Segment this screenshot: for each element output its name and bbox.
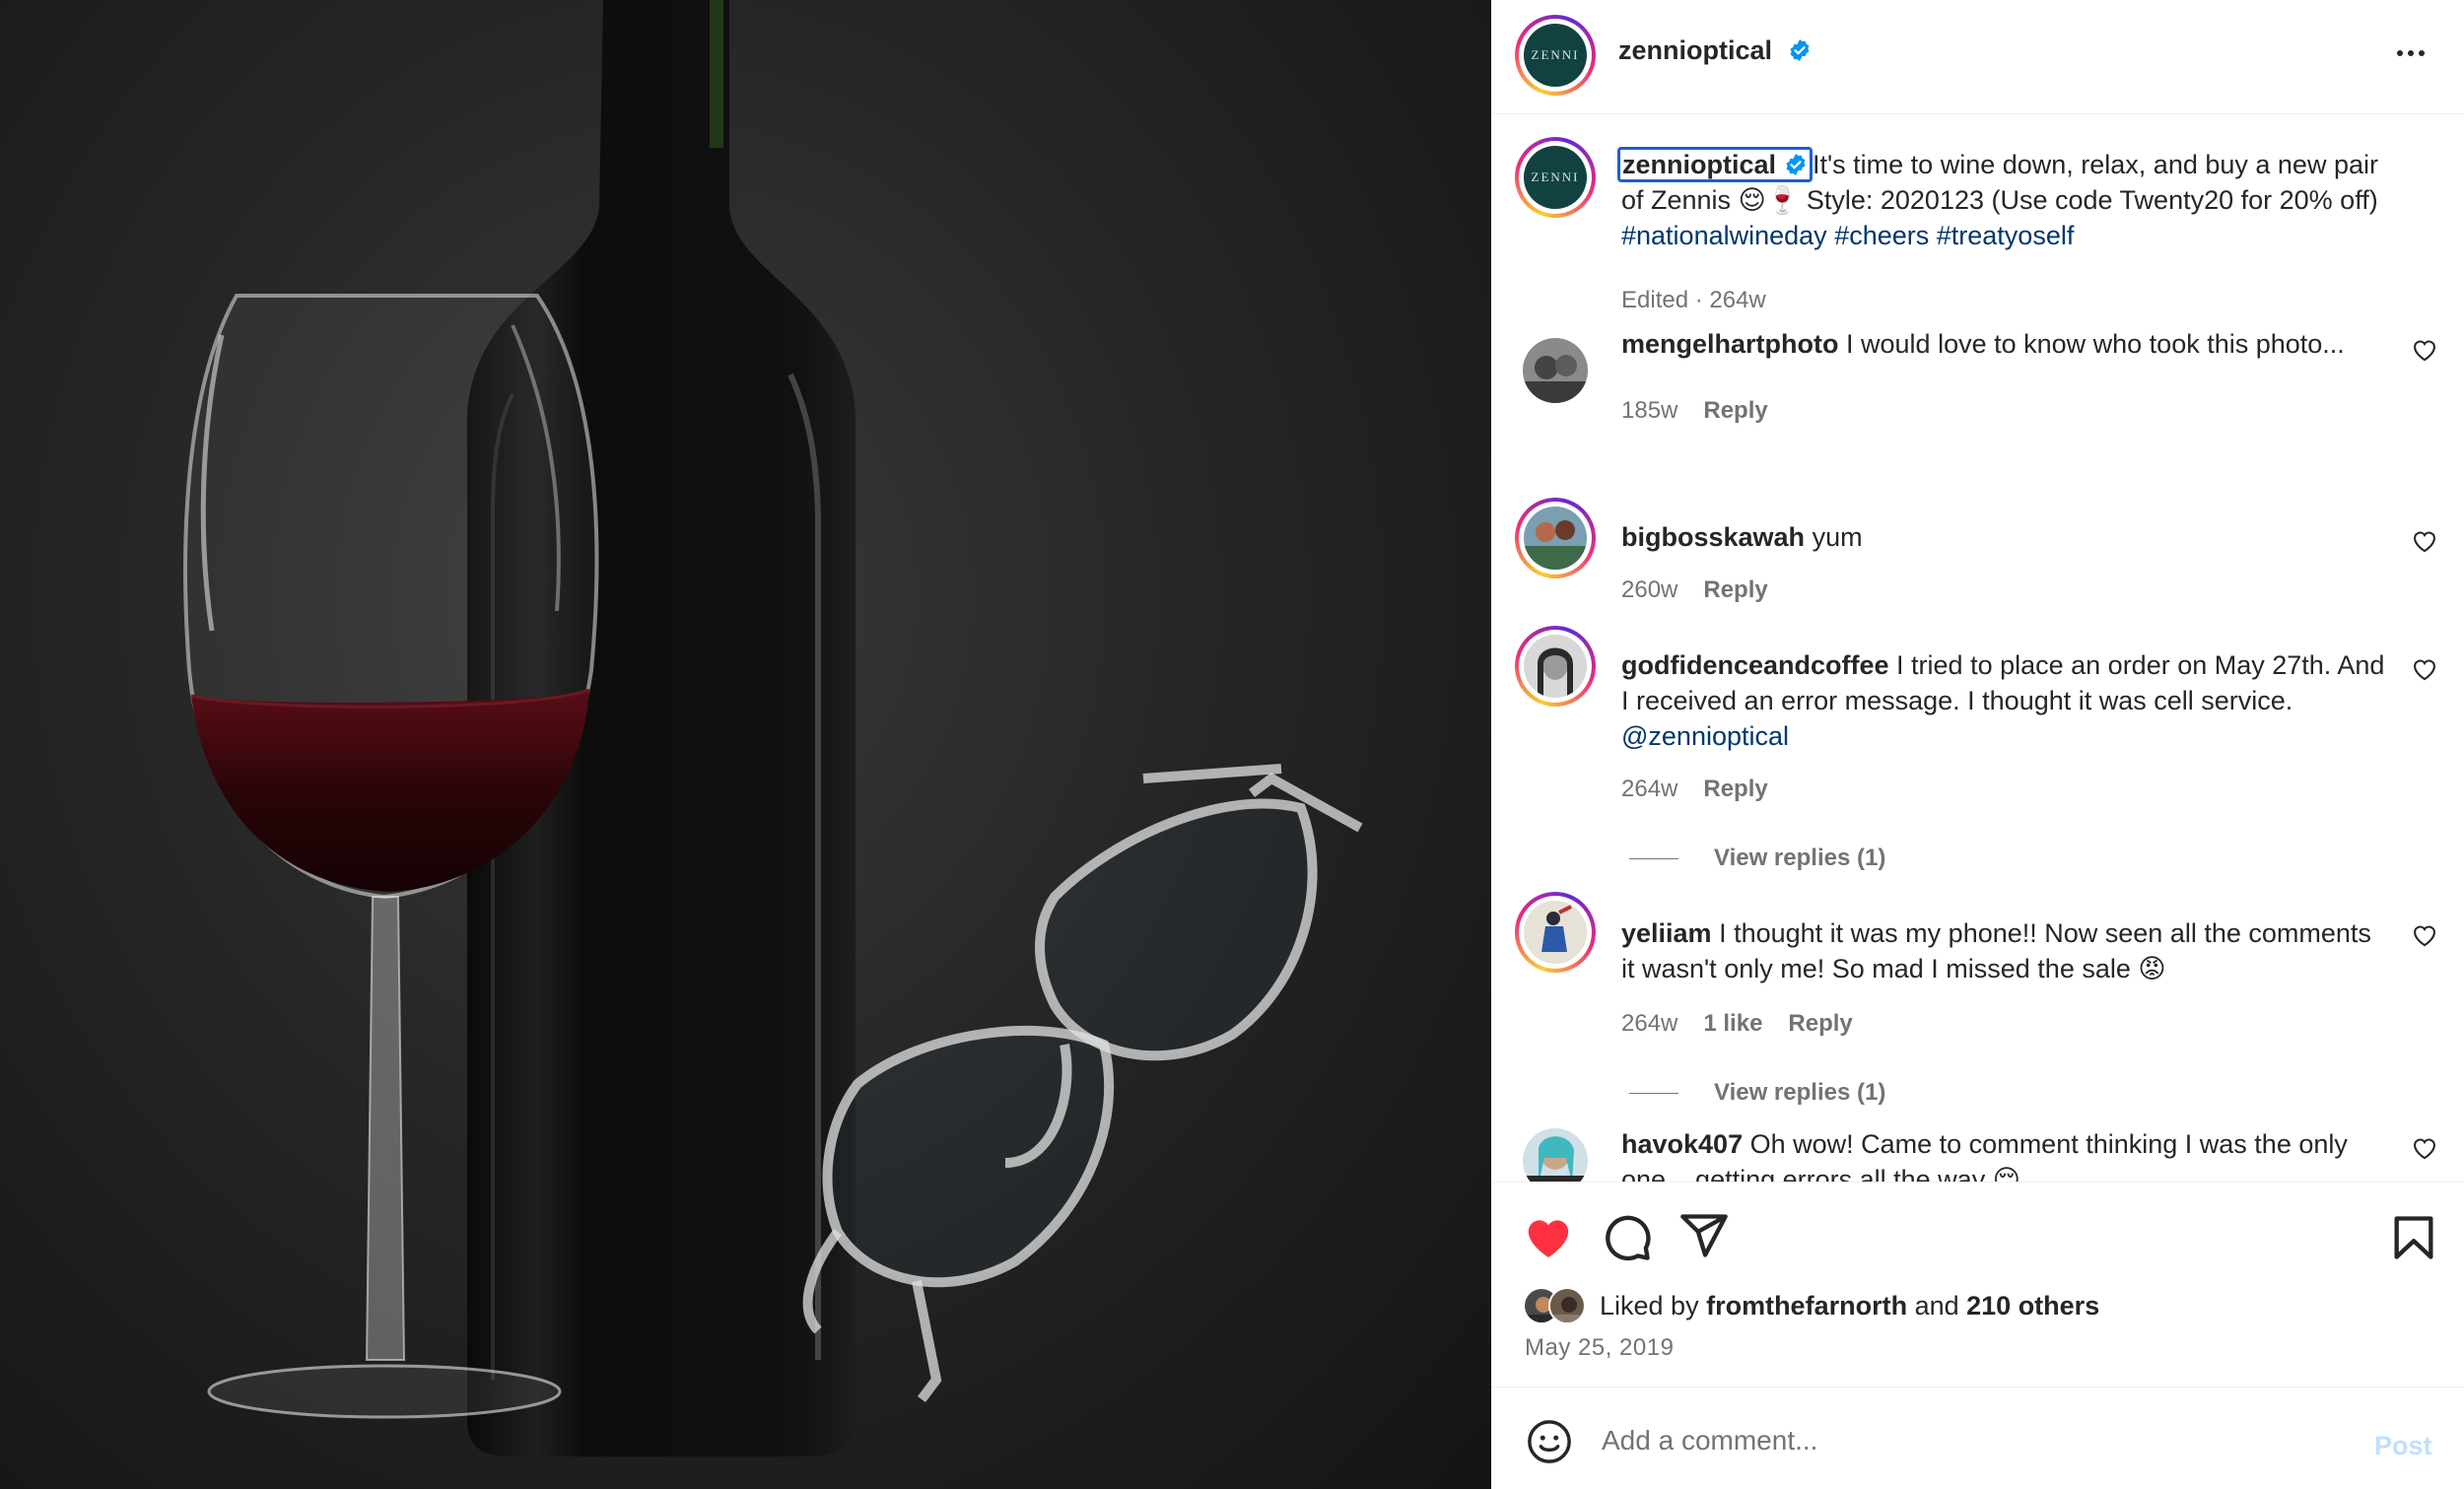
zenni-logo: ZENNI — [1524, 146, 1587, 209]
wine-glasses-photo — [183, 0, 1363, 1456]
action-bar: Liked by fromthefarnorth and 210 others … — [1491, 1182, 2464, 1388]
post-photo[interactable] — [0, 0, 1491, 1489]
caption-timestamp: Edited · 264w — [1621, 287, 1766, 313]
comment-timestamp: 264w — [1621, 1010, 1678, 1037]
commenter-avatar[interactable] — [1515, 626, 1596, 707]
comment-text: yeliiam I thought it was my phone!! Now … — [1621, 915, 2390, 986]
comment-timestamp: 264w — [1621, 776, 1678, 802]
commenter-avatar[interactable] — [1515, 498, 1596, 578]
commenter-avatar[interactable] — [1515, 892, 1596, 973]
view-replies-button[interactable]: View replies (1) — [1629, 845, 1885, 872]
more-horizontal-icon — [2397, 50, 2403, 56]
comment-body: I would love to know who took this photo… — [1846, 329, 2345, 359]
commenter-avatar[interactable] — [1523, 1128, 1588, 1182]
comment-username[interactable]: bigbosskawah — [1621, 522, 1805, 552]
comment-composer: Post — [1491, 1387, 2464, 1489]
post-comment-button[interactable]: Post — [2374, 1431, 2432, 1461]
eyeglasses — [802, 764, 1363, 1402]
view-replies-button[interactable]: View replies (1) — [1629, 1079, 1885, 1107]
header-avatar[interactable]: ZENNI — [1515, 15, 1596, 96]
post-sidebar: ZENNI zennioptical ZENNI zennioptical It'… — [1491, 0, 2464, 1489]
smiley-icon[interactable] — [1527, 1419, 1572, 1464]
likes-prefix: Liked by — [1600, 1291, 1707, 1320]
reply-button[interactable]: Reply — [1703, 397, 1767, 424]
comment-body: I thought it was my phone!! Now seen all… — [1621, 918, 2371, 983]
comment-username[interactable]: mengelhartphoto — [1621, 329, 1839, 359]
wine-glass-emoji: 🍷 — [1765, 185, 1800, 215]
replies-divider — [1629, 858, 1678, 860]
comment-meta: 260w Reply — [1621, 576, 1794, 604]
angry-face-emoji: 😡 — [2138, 954, 2166, 983]
caption-body-2: Style: 2020123 (Use code Twenty20 for 20… — [1799, 185, 2378, 215]
hashtag-link[interactable]: #treatyoself — [1937, 221, 2075, 250]
likes-others-link[interactable]: 210 others — [1966, 1291, 2099, 1320]
view-replies-label[interactable]: View replies (1) — [1714, 1079, 1885, 1106]
comment-username[interactable]: godfidenceandcoffee — [1621, 650, 1889, 680]
comments-list[interactable]: ZENNI zennioptical It's time to wine down… — [1491, 115, 2464, 1182]
comment-meta: 264w Reply — [1621, 776, 1794, 803]
caption-avatar[interactable]: ZENNI — [1515, 137, 1596, 218]
comment-timestamp: 260w — [1621, 576, 1678, 603]
caption-username[interactable]: zennioptical — [1617, 147, 1814, 182]
caption-text: zennioptical It's time to wine down, rela… — [1617, 147, 2390, 253]
reply-button[interactable]: Reply — [1788, 1010, 1852, 1037]
heart-outline-icon[interactable] — [2411, 655, 2438, 681]
paper-plane-icon[interactable] — [1678, 1210, 1730, 1261]
heart-outline-icon[interactable] — [2411, 1134, 2438, 1160]
comment-timestamp: 185w — [1621, 397, 1678, 424]
likes-summary: Liked by fromthefarnorth and 210 others — [1600, 1291, 2099, 1321]
post-header: ZENNI zennioptical — [1491, 0, 2464, 114]
relieved-face-emoji: 😌 — [1738, 185, 1766, 215]
hashtag-link[interactable]: #nationalwineday — [1621, 221, 1827, 250]
heart-outline-icon[interactable] — [2411, 527, 2438, 553]
heart-outline-icon[interactable] — [2411, 336, 2438, 362]
comment-likes[interactable]: 1 like — [1703, 1010, 1762, 1037]
zenni-logo: ZENNI — [1524, 24, 1587, 87]
comment-text: mengelhartphoto I would love to know who… — [1621, 326, 2390, 362]
comment-text: havok407 Oh wow! Came to comment thinkin… — [1621, 1126, 2390, 1182]
comment-username[interactable]: havok407 — [1621, 1129, 1743, 1159]
more-options-button[interactable] — [2389, 35, 2432, 71]
comment-meta: 185w Reply — [1621, 397, 1794, 425]
header-username[interactable]: zennioptical — [1618, 35, 1812, 66]
heart-filled-icon[interactable] — [1523, 1212, 1574, 1263]
comment-username[interactable]: yeliiam — [1621, 918, 1712, 948]
caption-username-text[interactable]: zennioptical — [1622, 150, 1776, 179]
comment-input[interactable] — [1602, 1417, 2292, 1464]
verified-badge-icon — [1790, 39, 1810, 61]
view-replies-label[interactable]: View replies (1) — [1714, 845, 1885, 871]
comment-text: bigbosskawah yum — [1621, 519, 2390, 555]
comment-icon[interactable] — [1602, 1212, 1653, 1263]
mention-link[interactable]: @zennioptical — [1621, 721, 1789, 751]
reply-button[interactable]: Reply — [1703, 776, 1767, 802]
reply-button[interactable]: Reply — [1703, 576, 1767, 603]
liker-avatar[interactable] — [1548, 1287, 1586, 1324]
bookmark-icon[interactable] — [2388, 1212, 2439, 1263]
post-date[interactable]: May 25, 2019 — [1525, 1334, 1674, 1362]
header-username-text[interactable]: zennioptical — [1618, 35, 1772, 65]
replies-divider — [1629, 1093, 1678, 1095]
hashtag-link[interactable]: #cheers — [1834, 221, 1929, 250]
liker-username[interactable]: fromthefarnorth — [1706, 1291, 1907, 1320]
comment-meta: 264w 1 like Reply — [1621, 1010, 1879, 1038]
likes-middle: and — [1907, 1291, 1967, 1320]
caption-meta: Edited · 264w — [1621, 287, 1792, 314]
comment-body: yum — [1812, 522, 1863, 552]
comment-text: godfidenceandcoffee I tried to place an … — [1621, 647, 2390, 754]
commenter-avatar[interactable] — [1523, 338, 1588, 403]
heart-outline-icon[interactable] — [2411, 921, 2438, 947]
verified-badge-icon — [1786, 154, 1806, 175]
